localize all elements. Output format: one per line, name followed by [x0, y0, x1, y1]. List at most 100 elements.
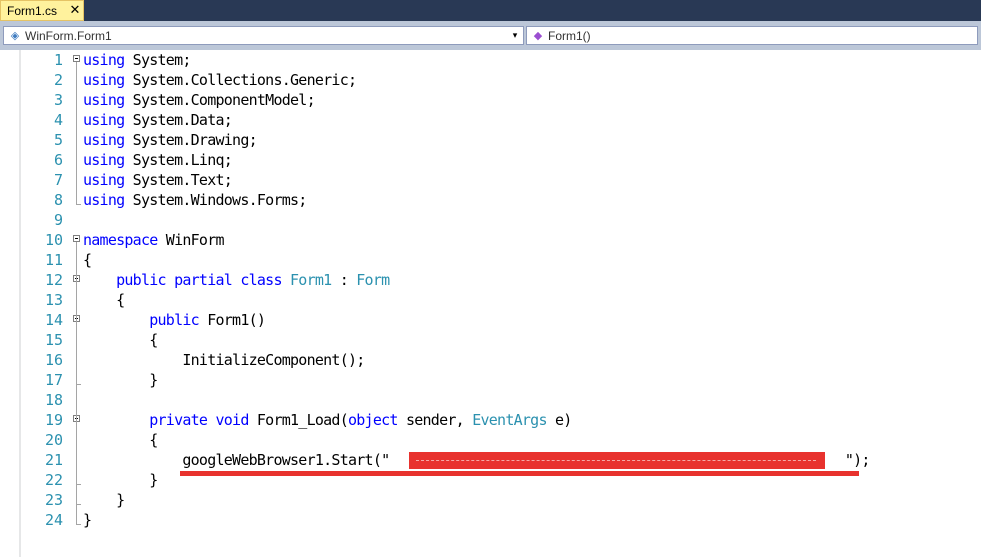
outline-guide-end — [76, 484, 81, 485]
code-text: } — [83, 490, 125, 510]
type-token: Form1 — [290, 271, 332, 289]
class-selector-dropdown[interactable]: ◈ WinForm.Form1 ▾ — [3, 26, 524, 45]
code-line[interactable]: 13 { — [0, 290, 981, 310]
text-token: } — [83, 511, 92, 529]
keyword-token: object — [348, 411, 398, 429]
code-line[interactable]: 20 { — [0, 430, 981, 450]
keyword-token: using — [83, 151, 125, 169]
code-line[interactable]: 24} — [0, 510, 981, 530]
text-token: WinForm — [157, 231, 225, 249]
text-token: System.Windows.Forms; — [124, 191, 308, 209]
keyword-token: public — [116, 271, 166, 289]
code-text: using System.Drawing; — [83, 130, 258, 150]
code-text: } — [83, 510, 92, 530]
code-text: { — [83, 430, 158, 450]
line-number: 14 — [44, 311, 63, 329]
text-token: } — [83, 491, 125, 509]
line-number: 4 — [53, 111, 63, 129]
code-line[interactable]: 15 { — [0, 330, 981, 350]
keyword-token: namespace — [83, 231, 158, 249]
document-tab-bar: Form1.cs ✕ — [0, 0, 981, 21]
text-token: System.Collections.Generic; — [124, 71, 357, 89]
code-line[interactable]: 12 public partial class Form1 : Form — [0, 270, 981, 290]
keyword-token: class — [240, 271, 282, 289]
class-selector-value: WinForm.Form1 — [25, 28, 112, 43]
code-line[interactable]: 11 { — [0, 250, 981, 270]
code-line[interactable]: 18 — [0, 390, 981, 410]
outline-guide-end — [76, 524, 81, 525]
navigation-bar: ◈ WinForm.Form1 ▾ ◆ Form1() — [0, 21, 981, 50]
code-text: { — [83, 290, 125, 310]
code-line[interactable]: 10 namespace WinForm — [0, 230, 981, 250]
line-number: 18 — [44, 391, 63, 409]
line-number: 9 — [53, 211, 63, 229]
code-line[interactable]: 7 using System.Text; — [0, 170, 981, 190]
text-token: sender, — [397, 411, 473, 429]
chevron-down-icon[interactable]: ▾ — [509, 28, 521, 43]
method-icon: ◆ — [533, 29, 543, 42]
text-token: InitializeComponent(); — [83, 351, 365, 369]
member-selector-value: Form1() — [548, 28, 591, 43]
line-number: 10 — [44, 231, 63, 249]
line-number: 5 — [53, 131, 63, 149]
code-text: } — [83, 370, 158, 390]
line-number: 8 — [53, 191, 63, 209]
code-text: private void Form1_Load(object sender, E… — [83, 410, 572, 430]
code-line[interactable]: 5 using System.Drawing; — [0, 130, 981, 150]
keyword-token: using — [83, 191, 125, 209]
collapse-icon[interactable] — [73, 235, 80, 242]
code-text: using System; — [83, 50, 191, 70]
line-number: 21 — [44, 451, 63, 469]
code-line[interactable]: 9 — [0, 210, 981, 230]
outline-guide-end — [76, 504, 81, 505]
line-number: 16 — [44, 351, 63, 369]
code-line[interactable]: 19 private void Form1_Load(object sender… — [0, 410, 981, 430]
code-text: using System.Windows.Forms; — [83, 190, 307, 210]
code-text: InitializeComponent(); — [83, 350, 365, 370]
keyword-token: using — [83, 71, 125, 89]
code-line[interactable]: 6 using System.Linq; — [0, 150, 981, 170]
line-number: 1 — [53, 51, 63, 69]
code-text: { — [83, 250, 92, 270]
outline-guide — [76, 422, 77, 484]
keyword-token: using — [83, 131, 125, 149]
collapse-icon[interactable] — [73, 55, 80, 62]
outline-guide — [76, 322, 77, 384]
code-line[interactable]: 17 } — [0, 370, 981, 390]
code-text: } — [83, 470, 158, 490]
text-token: System.Linq; — [124, 151, 233, 169]
code-line[interactable]: 16 InitializeComponent(); — [0, 350, 981, 370]
code-editor[interactable]: 1 using System; 2 using System.Collections.… — [0, 50, 981, 557]
code-line[interactable]: 23 } — [0, 490, 981, 510]
tab-label: Form1.cs — [7, 3, 58, 18]
code-line[interactable]: 14 public Form1() — [0, 310, 981, 330]
keyword-token: using — [83, 171, 125, 189]
code-line[interactable]: 1 using System; — [0, 50, 981, 70]
code-line[interactable]: 3 using System.ComponentModel; — [0, 90, 981, 110]
code-text: using System.Collections.Generic; — [83, 70, 357, 90]
class-icon: ◈ — [10, 29, 20, 42]
text-token: "); — [844, 451, 871, 469]
close-icon[interactable]: ✕ — [68, 3, 82, 17]
member-selector-dropdown[interactable]: ◆ Form1() — [526, 26, 978, 45]
line-number: 11 — [44, 251, 63, 269]
line-number: 17 — [44, 371, 63, 389]
text-token: { — [83, 431, 158, 449]
text-token: { — [83, 291, 125, 309]
line-number: 24 — [44, 511, 63, 529]
line-number: 20 — [44, 431, 63, 449]
code-text: using System.Text; — [83, 170, 233, 190]
outline-guide — [76, 62, 77, 204]
code-text: using System.Linq; — [83, 150, 233, 170]
code-line[interactable]: 2 using System.Collections.Generic; — [0, 70, 981, 90]
code-line[interactable]: 4 using System.Data; — [0, 110, 981, 130]
code-line[interactable]: 8 using System.Windows.Forms; — [0, 190, 981, 210]
code-text: using System.ComponentModel; — [83, 90, 316, 110]
tab-form1-cs[interactable]: Form1.cs ✕ — [0, 0, 84, 21]
